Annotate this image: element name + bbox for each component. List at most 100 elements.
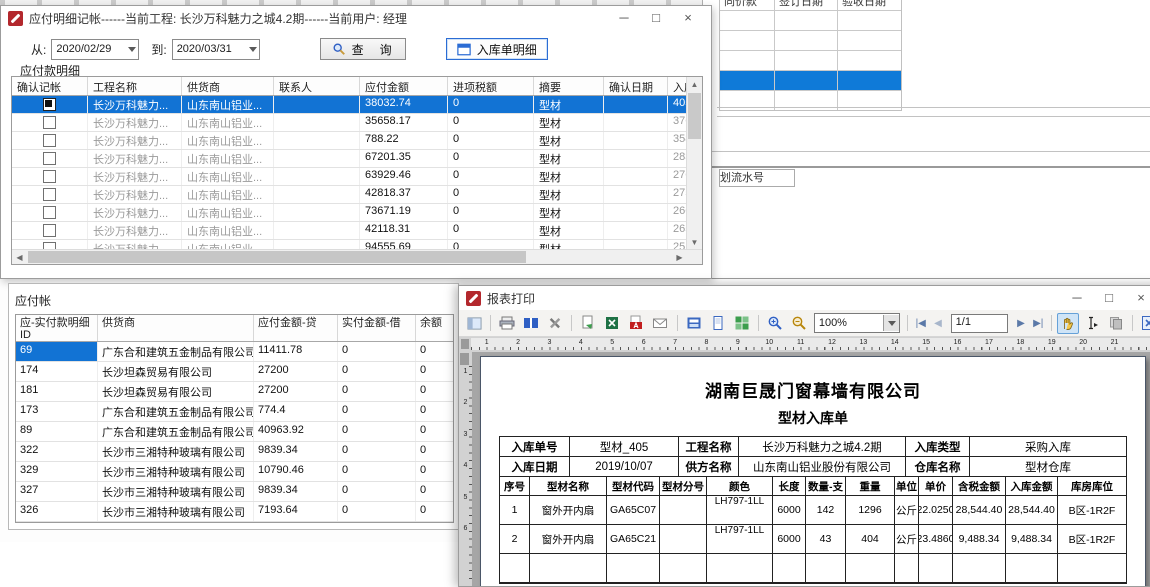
panel-toggle-icon[interactable] [463,313,485,334]
empty-row[interactable] [720,10,901,30]
scroll-right-icon[interactable]: ▶ [672,253,687,262]
vertical-scrollbar[interactable]: ▲ ▼ [686,77,702,250]
tools-icon[interactable] [544,313,566,334]
maximize-button[interactable]: □ [640,6,672,30]
table-row[interactable]: 长沙万科魅力... 山东南山铝业... 788.22 0 型材 358 [12,132,687,150]
empty-row[interactable] [720,30,901,50]
print-preview-area[interactable]: 湖南巨晟门窗幕墙有限公司 型材入库单 入库单号 型材_405 工程名称 长沙万科… [472,352,1150,586]
table-row[interactable]: 173 广东合和建筑五金制品有限公司 774.4 0 0 [16,402,453,422]
checkbox[interactable] [43,134,56,147]
table-row[interactable]: 长沙万科魅力... 山东南山铝业... 42818.37 0 型材 275 [12,186,687,204]
column-header[interactable]: 余额 [416,315,453,341]
column-header[interactable]: 确认日期 [604,77,668,95]
table-row[interactable]: 长沙万科魅力... 山东南山铝业... 63929.46 0 型材 276 [12,168,687,186]
scrollbar-thumb[interactable] [688,93,701,139]
column-header[interactable]: 供货商 [98,315,254,341]
titlebar[interactable]: 应付明细记帐------当前工程: 长沙万科魅力之城4.2期------当前用户… [1,6,711,30]
table-row[interactable]: 174 长沙坦森贸易有限公司 27200 0 0 [16,362,453,382]
book-icon[interactable] [520,313,542,334]
column-header[interactable]: 实付金额-借 [338,315,416,341]
column-header[interactable]: 应付金额-贷 [254,315,338,341]
scroll-left-icon[interactable]: ◀ [12,253,27,262]
cell: 6000 [773,496,806,524]
mail-icon[interactable] [649,313,671,334]
page-layout-icon[interactable] [682,313,704,334]
checkbox[interactable] [43,116,56,129]
next-page-button[interactable]: ▶ [1013,318,1028,329]
table-row[interactable]: 181 长沙坦森贸易有限公司 27200 0 0 [16,382,453,402]
to-date-select[interactable]: 2020/03/31 [172,39,260,60]
column-header[interactable]: 进项税额 [448,77,534,95]
table-row[interactable]: 长沙万科魅力... 山东南山铝业... 67201.35 0 型材 283 [12,150,687,168]
table-row[interactable]: 89 广东合和建筑五金制品有限公司 40963.92 0 0 [16,422,453,442]
single-page-icon[interactable] [707,313,729,334]
table-row[interactable]: 长沙万科魅力... 山东南山铝业... 42118.31 0 型材 265 [12,222,687,240]
minimize-button[interactable]: ─ [1061,286,1093,310]
selected-empty-row[interactable] [720,70,901,90]
plan-serial-field[interactable]: 划流水号 [719,169,795,187]
table-row[interactable]: 长沙万科魅力... 山东南山铝业... 38032.74 0 型材 405 [12,96,687,114]
ruler-handle[interactable] [461,339,469,349]
contact-cell [274,168,360,185]
empty-row[interactable] [720,50,901,70]
table-row[interactable]: 327 长沙市三湘特种玻璃有限公司 9839.34 0 0 [16,482,453,502]
maximize-button[interactable]: □ [1093,286,1125,310]
column-header[interactable]: 入库 [668,77,687,95]
table-row[interactable]: 69 广东合和建筑五金制品有限公司 11411.78 0 0 [16,342,453,362]
checkbox[interactable] [43,170,56,183]
multi-page-icon[interactable] [731,313,753,334]
zoom-out-icon[interactable] [788,313,810,334]
column-header[interactable]: 应付金额 [360,77,448,95]
table-row[interactable]: 322 长沙市三湘特种玻璃有限公司 9839.34 0 0 [16,442,453,462]
column-header[interactable]: 工程名称 [88,77,182,95]
print-icon[interactable] [496,313,518,334]
excel-export-icon[interactable] [601,313,623,334]
ruler-number: 18 [1005,338,1036,350]
ruler-number: 5 [597,338,628,350]
column-header[interactable]: 应-实付款明细ID [16,315,98,341]
page-nav-input[interactable]: 1/1 [951,314,1009,333]
last-page-button[interactable]: ▶| [1031,318,1046,329]
scroll-up-icon[interactable]: ▲ [687,77,702,92]
cell: 公斤 [895,525,919,553]
checkbox[interactable] [43,224,56,237]
table-row[interactable]: 长沙万科魅力... 山东南山铝业... 35658.17 0 型材 376 [12,114,687,132]
checkbox[interactable] [43,188,56,201]
export-icon[interactable] [577,313,599,334]
query-button[interactable]: 查 询 [320,38,406,60]
column-header[interactable]: 联系人 [274,77,360,95]
column-header[interactable]: 确认记帐 [12,77,88,95]
scrollbar-thumb[interactable] [28,251,526,263]
text-select-tool-icon[interactable] [1081,313,1103,334]
close-preview-icon[interactable] [1138,313,1150,334]
table-row[interactable]: 329 长沙市三湘特种玻璃有限公司 10790.46 0 0 [16,462,453,482]
checkbox[interactable] [43,152,56,165]
column-header[interactable]: 供货商 [182,77,274,95]
zoom-select[interactable]: 100% [814,313,900,333]
inbound-detail-button[interactable]: 入库单明细 [446,38,548,60]
scroll-down-icon[interactable]: ▼ [687,235,702,250]
from-date-select[interactable]: 2020/02/29 [51,39,139,60]
column-header[interactable]: 摘要 [534,77,604,95]
close-button[interactable]: × [1125,286,1150,310]
cell [953,554,1006,582]
amount-cell: 38032.74 [360,96,448,113]
pdf-export-icon[interactable] [625,313,647,334]
chevron-down-icon[interactable] [883,315,899,331]
minimize-button[interactable]: ─ [608,6,640,30]
close-button[interactable]: × [672,6,704,30]
prev-page-button[interactable]: ◀ [930,318,945,329]
zoom-in-icon[interactable] [764,313,786,334]
table-row[interactable]: 326 长沙市三湘特种玻璃有限公司 7193.64 0 0 [16,502,453,522]
titlebar[interactable]: 报表打印 ─ □ × [459,286,1150,310]
table-row[interactable]: 长沙万科魅力... 山东南山铝业... 73671.19 0 型材 266 [12,204,687,222]
table-row[interactable]: 长沙市三湘特种玻璃有限公司 [16,522,453,523]
copy-page-icon[interactable] [1105,313,1127,334]
hand-tool-icon[interactable] [1057,313,1079,334]
checkbox[interactable] [43,206,56,219]
checkbox[interactable] [43,98,56,111]
horizontal-scrollbar[interactable]: ◀ ▶ [12,249,702,264]
first-page-button[interactable]: |◀ [913,318,928,329]
summary-cell: 型材 [534,222,604,239]
ruler-handle[interactable] [460,353,469,365]
